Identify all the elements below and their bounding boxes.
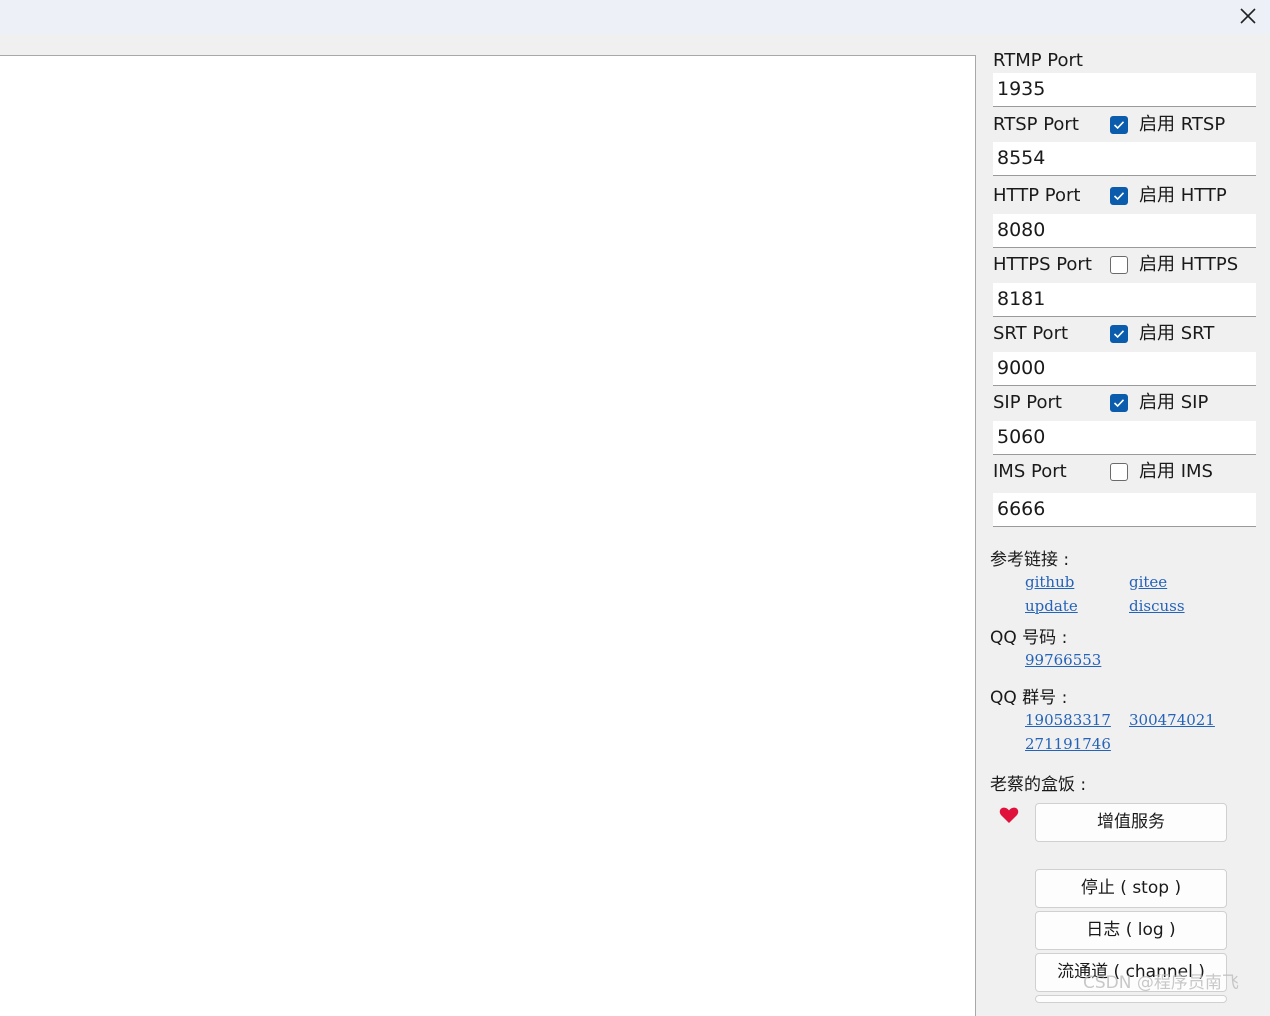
rtmp-port-input[interactable]: 1935 — [993, 73, 1256, 107]
gitee-link[interactable]: gitee — [1129, 572, 1167, 592]
title-bar — [0, 0, 1270, 34]
rtsp-port-input[interactable]: 8554 — [993, 142, 1256, 176]
rtsp-enable-label: 启用 RTSP — [1139, 114, 1226, 135]
qq-group-title: QQ 群号 : — [990, 688, 1068, 708]
qq-number-title: QQ 号码 : — [990, 628, 1068, 648]
references-title: 参考链接 : — [990, 550, 1070, 570]
http-port-input[interactable]: 8080 — [993, 214, 1256, 248]
https-port-label: HTTPS Port — [993, 254, 1092, 275]
rtsp-enable-checkbox[interactable]: 启用 RTSP — [1110, 114, 1225, 136]
srt-port-label: SRT Port — [993, 323, 1069, 344]
ims-enable-checkbox[interactable]: 启用 IMS — [1110, 461, 1213, 483]
qq-number-link[interactable]: 99766553 — [1025, 650, 1101, 670]
http-port-label: HTTP Port — [993, 185, 1081, 206]
srt-enable-checkbox[interactable]: 启用 SRT — [1110, 323, 1214, 345]
checkbox-box — [1110, 394, 1128, 412]
stop-button[interactable]: 停止 ( stop ) — [1035, 869, 1227, 908]
checkbox-box — [1110, 325, 1128, 343]
checkbox-box — [1110, 187, 1128, 205]
checkbox-box — [1110, 463, 1128, 481]
sip-enable-label: 启用 SIP — [1139, 392, 1209, 413]
sip-port-label: SIP Port — [993, 392, 1062, 413]
check-icon — [1113, 192, 1125, 201]
heart-icon — [999, 807, 1019, 823]
ims-enable-label: 启用 IMS — [1139, 461, 1213, 482]
watermark: CSDN @程序员南飞 — [1083, 973, 1239, 993]
check-icon — [1113, 399, 1125, 408]
https-port-input[interactable]: 8181 — [993, 283, 1256, 317]
http-enable-checkbox[interactable]: 启用 HTTP — [1110, 185, 1227, 207]
ims-port-label: IMS Port — [993, 461, 1067, 482]
log-button[interactable]: 日志 ( log ) — [1035, 911, 1227, 950]
rtsp-port-label: RTSP Port — [993, 114, 1079, 135]
close-icon — [1240, 8, 1256, 24]
qq-group-link[interactable]: 190583317 — [1025, 710, 1111, 730]
qq-group-link[interactable]: 300474021 — [1129, 710, 1215, 730]
qq-group-link[interactable]: 271191746 — [1025, 734, 1111, 754]
sip-enable-checkbox[interactable]: 启用 SIP — [1110, 392, 1208, 414]
http-enable-label: 启用 HTTP — [1139, 185, 1227, 206]
update-link[interactable]: update — [1025, 596, 1078, 616]
check-icon — [1113, 121, 1125, 130]
rtmp-port-label: RTMP Port — [993, 50, 1083, 71]
close-button[interactable] — [1234, 0, 1262, 32]
srt-port-input[interactable]: 9000 — [993, 352, 1256, 386]
ims-port-input[interactable]: 6666 — [993, 493, 1256, 527]
discuss-link[interactable]: discuss — [1129, 596, 1185, 616]
check-icon — [1113, 330, 1125, 339]
donate-title: 老蔡的盒饭 : — [990, 775, 1087, 795]
next-button-partial[interactable] — [1035, 995, 1227, 1003]
value-added-service-button[interactable]: 增值服务 — [1035, 803, 1227, 842]
checkbox-box — [1110, 256, 1128, 274]
main-content-area — [0, 55, 976, 1016]
https-enable-checkbox[interactable]: 启用 HTTPS — [1110, 254, 1238, 276]
https-enable-label: 启用 HTTPS — [1139, 254, 1239, 275]
srt-enable-label: 启用 SRT — [1139, 323, 1215, 344]
sip-port-input[interactable]: 5060 — [993, 421, 1256, 455]
github-link[interactable]: github — [1025, 572, 1074, 592]
checkbox-box — [1110, 116, 1128, 134]
